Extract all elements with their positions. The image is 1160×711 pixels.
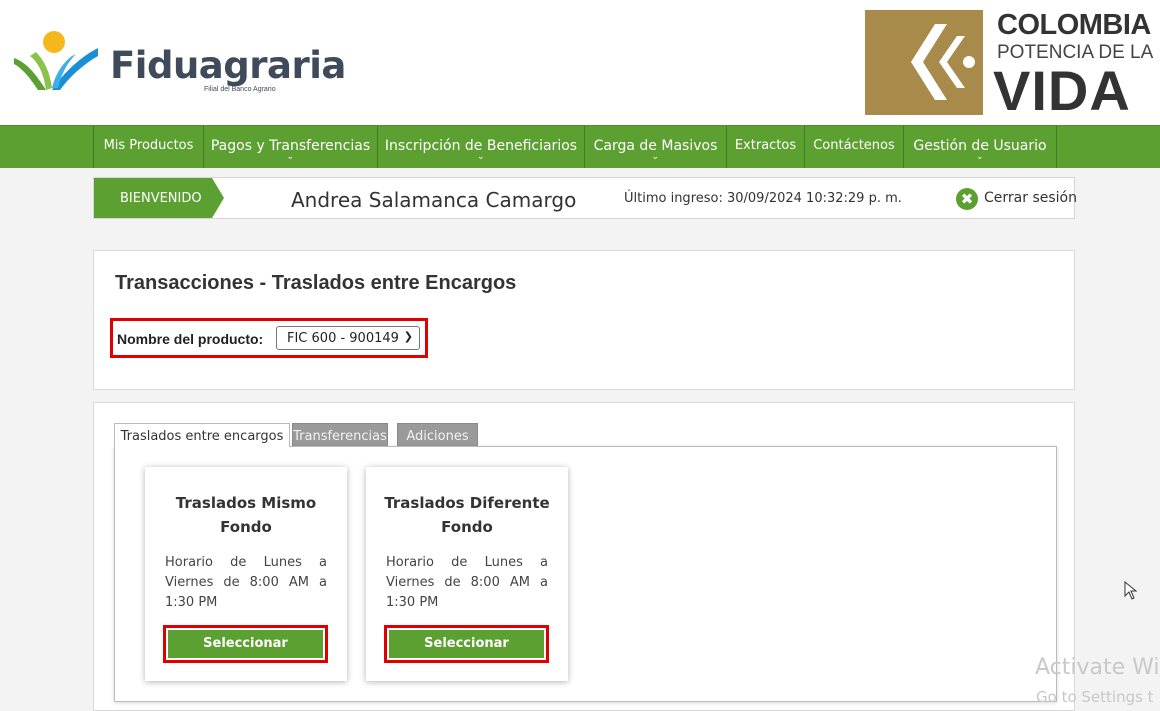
select-button[interactable]: Seleccionar [168,630,323,658]
select-button-highlight: Seleccionar [163,625,328,663]
gov-line3: VIDA [993,59,1131,122]
option-title: Traslados Diferente Fondo [384,494,550,536]
chevron-down-icon: ⌄ [651,152,660,162]
close-circle-icon: ✖ [956,188,978,210]
brand-name: Fiduagraria [110,44,346,87]
tab-label: Traslados entre encargos [120,429,284,444]
chevron-down-icon: ⌄ [286,152,295,162]
nav-label: Mis Productos [103,138,194,153]
government-logo: COLOMBIA POTENCIA DE LA VIDA [865,9,1160,122]
tab-label: Transferencias [293,429,387,444]
select-button[interactable]: Seleccionar [389,630,544,658]
chevron-down-icon: ⌄ [976,152,984,162]
nav-pagos-transferencias[interactable]: Pagos y Transferencias ⌄ [204,126,378,168]
option-description: Horario de Lunes a Viernes de 8:00 AM a … [165,555,327,610]
nav-contactenos[interactable]: Contáctenos [805,126,904,168]
welcome-label: BIENVENIDO [120,191,202,206]
nav-carga-masivos[interactable]: Carga de Masivos ⌄ [585,126,727,168]
nav-label: Pagos y Transferencias [210,138,371,154]
brand-subtitle: Filial del Banco Agrario [204,86,276,93]
tab-panel: Traslados Mismo Fondo Horario de Lunes a… [114,446,1057,702]
nav-label: Inscripción de Beneficiarios [384,138,578,154]
nav-label: Carga de Masivos [593,138,718,154]
nav-label: Contáctenos [813,138,895,153]
user-name: Andrea Salamanca Camargo [291,188,577,212]
option-description: Horario de Lunes a Viernes de 8:00 AM a … [386,555,548,610]
tab-label: Adiciones [406,429,469,444]
gov-line1: COLOMBIA [997,9,1151,41]
tab-transferencias[interactable]: Transferencias [292,423,388,447]
activation-watermark-title: Activate Wi [1035,655,1160,680]
nav-mis-productos[interactable]: Mis Productos [93,126,204,168]
fiduagraria-logo-icon [14,31,98,90]
product-card: Transacciones - Traslados entre Encargos… [93,250,1075,390]
welcome-arrow [212,178,224,218]
nav-extractos[interactable]: Extractos [727,126,805,168]
product-label: Nombre del producto: [117,331,264,347]
transactions-card: Traslados entre encargos Transferencias … [93,402,1075,711]
tab-traslados-encargos[interactable]: Traslados entre encargos [114,423,290,447]
chevron-down-icon: ⌄ [477,152,485,162]
tab-adiciones[interactable]: Adiciones [397,423,478,447]
colombia-emblem-icon [865,10,983,115]
activation-watermark-subtitle: Go to Settings t [1036,688,1154,706]
option-title: Traslados Mismo Fondo [175,494,317,536]
product-select-value: FIC 600 - 900149 [287,331,399,346]
select-button-highlight: Seleccionar [384,625,549,663]
option-card-mismo-fondo: Traslados Mismo Fondo Horario de Lunes a… [145,467,347,681]
chevron-down-icon: ❯ [403,330,413,343]
nav-label: Gestión de Usuario [913,138,1047,154]
welcome-bar: BIENVENIDO Andrea Salamanca Camargo Últi… [93,177,1077,219]
last-login: Último ingreso: 30/09/2024 10:32:29 p. m… [624,191,902,206]
page-title: Transacciones - Traslados entre Encargos [115,272,517,294]
nav-gestion-usuario[interactable]: Gestión de Usuario ⌄ [904,126,1057,168]
nav-inscripcion-beneficiarios[interactable]: Inscripción de Beneficiarios ⌄ [378,126,585,168]
nav-label: Extractos [734,138,797,153]
product-selector-highlight: Nombre del producto: FIC 600 - 900149 ❯ [110,318,428,358]
brand-logo[interactable]: Fiduagraria Filial del Banco Agrario [12,28,346,100]
logout-label: Cerrar sesión [984,190,1077,206]
option-card-diferente-fondo: Traslados Diferente Fondo Horario de Lun… [366,467,568,681]
welcome-badge: BIENVENIDO [94,178,224,218]
product-select[interactable]: FIC 600 - 900149 ❯ [276,326,420,350]
main-nav: Mis Productos Pagos y Transferencias ⌄ I… [0,125,1160,168]
mouse-cursor-icon [1124,580,1138,600]
header: Fiduagraria Filial del Banco Agrario COL… [0,0,1160,125]
